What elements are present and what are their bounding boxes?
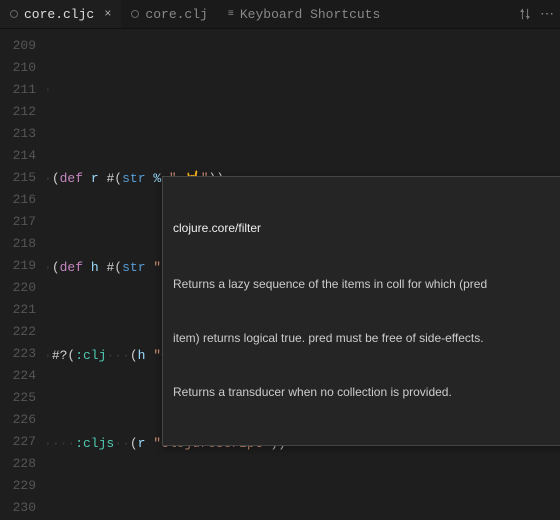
line-number: 225 [0,387,44,409]
line-number: 226 [0,409,44,431]
line-number: 224 [0,365,44,387]
compare-icon[interactable] [518,7,532,21]
hover-doc-tooltip: clojure.core/filter Returns a lazy seque… [162,176,560,446]
file-icon [10,10,18,18]
tab-core-cljc[interactable]: core.cljc × [0,0,121,28]
tooltip-doc: Returns a lazy sequence of the items in … [173,275,560,293]
tab-core-clj[interactable]: core.clj [121,0,217,28]
tooltip-doc: Returns a transducer when no collection … [173,383,560,401]
line-number: 214 [0,145,44,167]
tab-keyboard-shortcuts[interactable]: ≡ Keyboard Shortcuts [218,0,390,28]
line-number: 221 [0,299,44,321]
line-number: 228 [0,453,44,475]
line-number: 220 [0,277,44,299]
line-number: 210 [0,57,44,79]
line-number: 209 [0,35,44,57]
line-number: 216 [0,189,44,211]
code-area[interactable]: · ·(def r #(str % "·🤘")) ·(def h #(str "… [44,29,560,520]
line-number: 227 [0,431,44,453]
line-number: 211 [0,79,44,101]
tooltip-doc: item) returns logical true. pred must be… [173,329,560,347]
editor[interactable]: 209 210 211 212 213 214 215 216 217 218 … [0,29,560,520]
line-number: 219 [0,255,44,277]
tab-bar: core.cljc × core.clj ≡ Keyboard Shortcut… [0,0,560,29]
close-icon[interactable]: × [104,7,111,21]
line-number: 215 [0,167,44,189]
tab-label: core.clj [145,7,207,22]
line-number: 213 [0,123,44,145]
line-number: 218 [0,233,44,255]
line-gutter: 209 210 211 212 213 214 215 216 217 218 … [0,29,44,520]
line-number: 229 [0,475,44,497]
keyboard-icon: ≡ [228,9,234,20]
line-number: 217 [0,211,44,233]
title-actions: ⋯ [518,0,554,28]
tab-label: Keyboard Shortcuts [240,7,380,22]
more-icon[interactable]: ⋯ [540,6,554,23]
line-number: 230 [0,497,44,519]
line-number: 223 [0,343,44,365]
line-number: 222 [0,321,44,343]
code-line[interactable]: · [44,79,560,101]
file-icon [131,10,139,18]
tooltip-signature: clojure.core/filter [173,219,560,237]
tab-label: core.cljc [24,7,94,22]
line-number: 212 [0,101,44,123]
